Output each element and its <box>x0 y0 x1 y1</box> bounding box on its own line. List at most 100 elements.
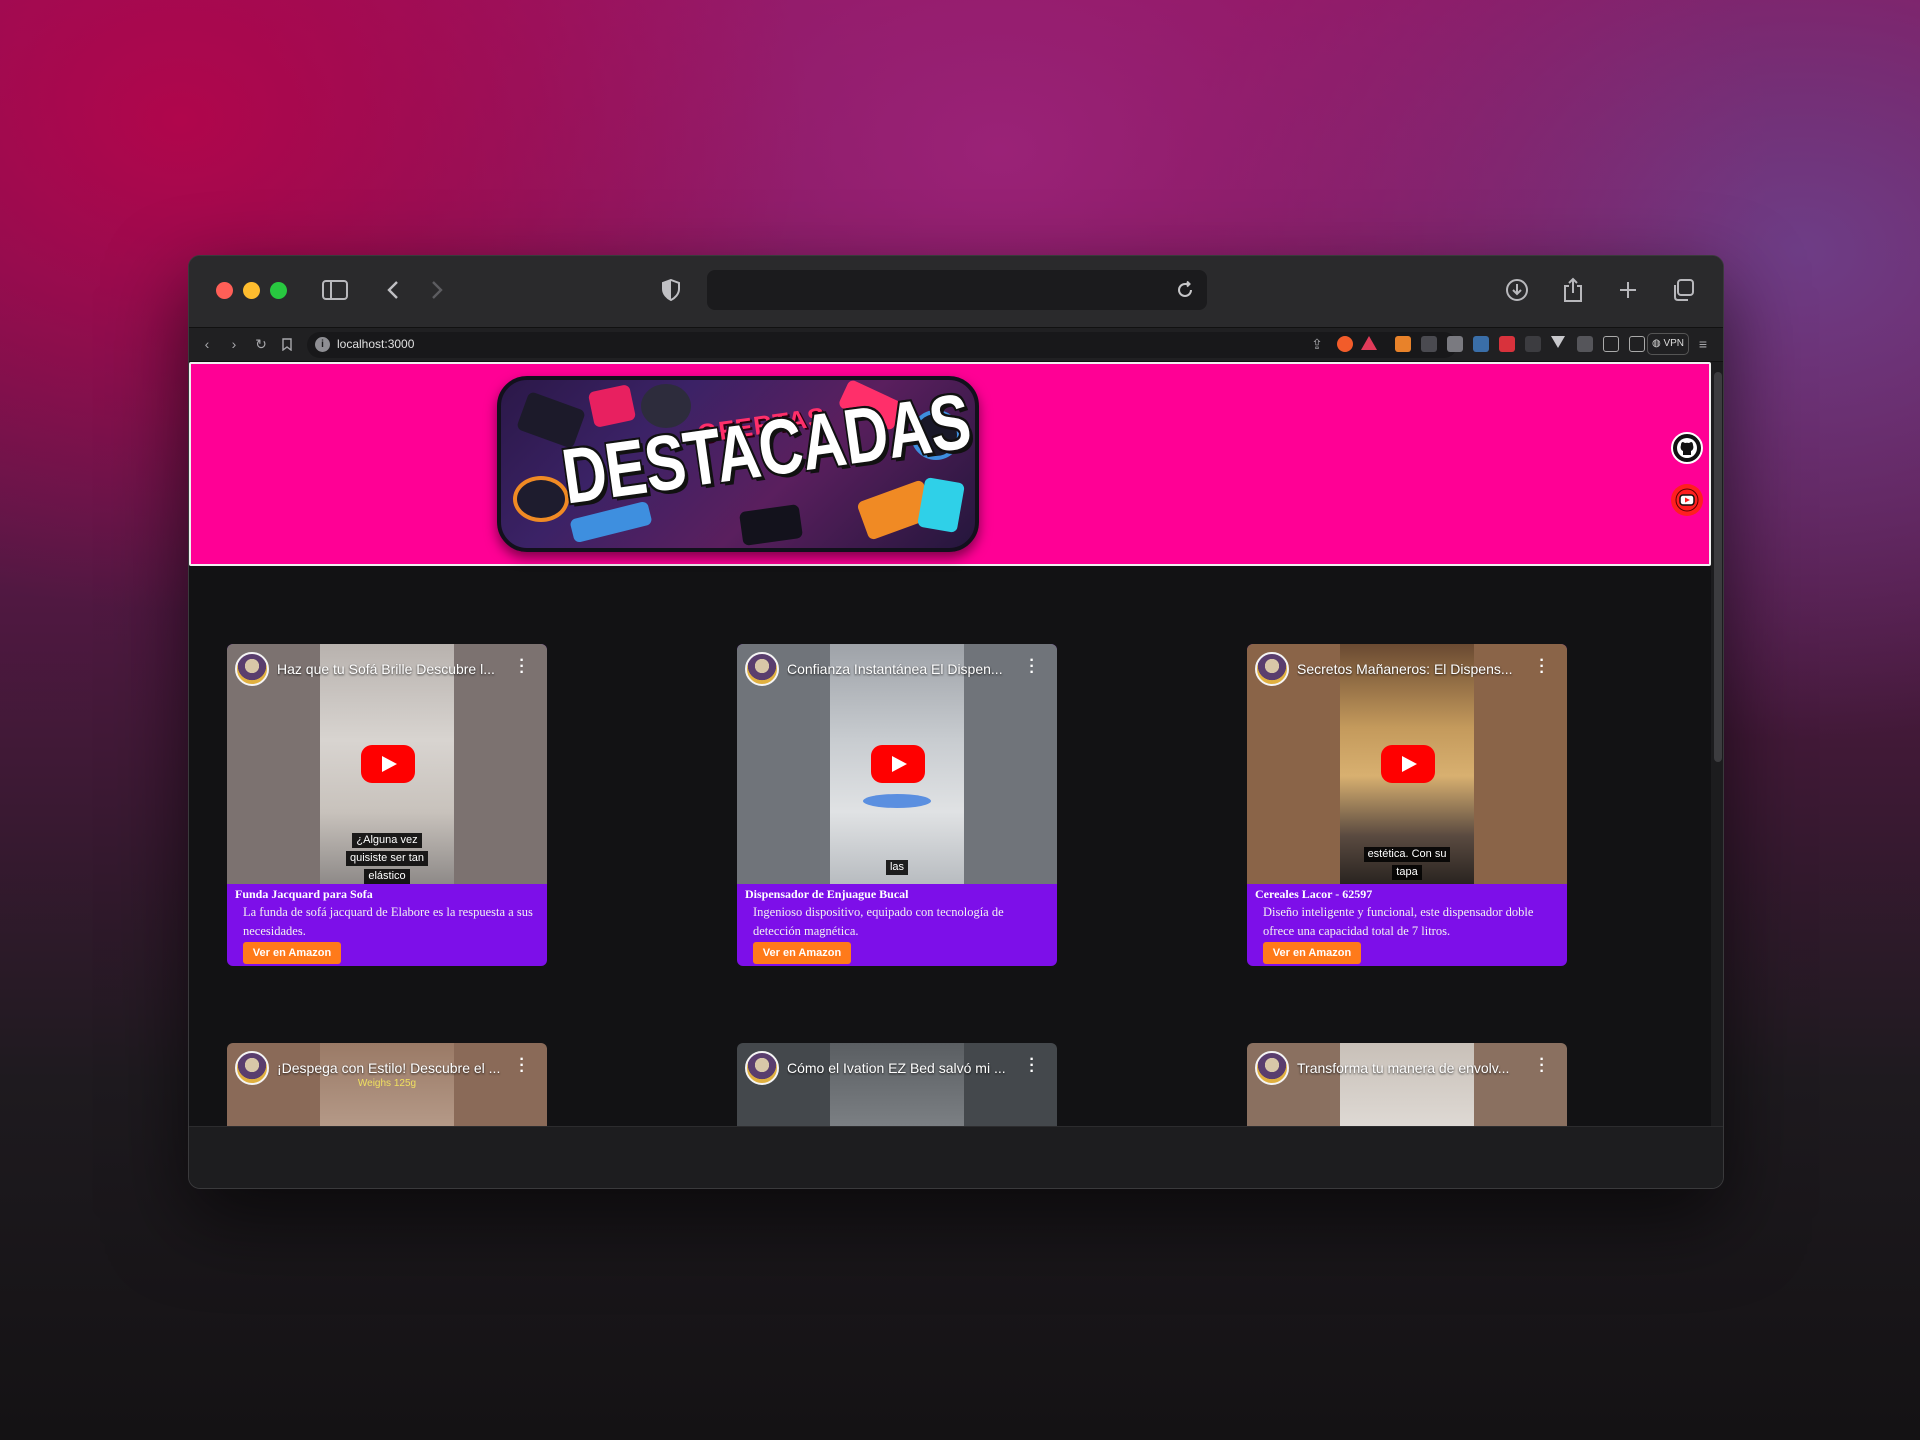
play-icon[interactable] <box>361 745 415 783</box>
amazon-button[interactable]: Ver en Amazon <box>753 942 851 964</box>
video-title[interactable]: Secretos Mañaneros: El Dispens... <box>1297 661 1527 677</box>
caption-line: ¿Alguna vez <box>352 833 422 848</box>
caption-line: estética. Con su <box>1363 847 1451 862</box>
product-card: Cómo el Ivation EZ Bed salvó mi ... · · · <box>737 1043 1057 1126</box>
extension-chat-icon[interactable] <box>1447 336 1463 352</box>
close-window-button[interactable] <box>216 282 233 299</box>
site-header: OFERTAS DESTACADAS <box>189 362 1711 566</box>
video-title[interactable]: Transforma tu manera de envolv... <box>1297 1060 1527 1076</box>
product-title: Dispensador de Enjuague Bucal <box>745 887 909 901</box>
extension-mask-icon[interactable] <box>1525 336 1541 352</box>
more-options-icon[interactable]: · · · <box>1539 1052 1545 1080</box>
video-caption: estética. Con su tapa <box>1247 844 1567 880</box>
channel-avatar[interactable] <box>1255 652 1289 686</box>
product-card: Secretos Mañaneros: El Dispens... · · · es… <box>1247 644 1567 966</box>
video-caption: Weighs 125g <box>227 1073 547 1091</box>
product-info: Funda Jacquard para Sofa La funda de sof… <box>227 884 547 966</box>
extension-w-icon[interactable] <box>1421 336 1437 352</box>
address-bar[interactable] <box>707 270 1207 310</box>
more-options-icon[interactable]: · · · <box>519 653 525 681</box>
product-card: Confianza Instantánea El Dispen... · · · l… <box>737 644 1057 966</box>
channel-avatar[interactable] <box>235 652 269 686</box>
scrollbar-thumb[interactable] <box>1714 372 1722 762</box>
back-icon[interactable]: ‹ <box>197 334 217 354</box>
more-options-icon[interactable]: · · · <box>1539 653 1545 681</box>
extension-v-icon[interactable] <box>1551 336 1565 348</box>
metamask-icon[interactable] <box>1395 336 1411 352</box>
shield-icon[interactable] <box>655 274 687 306</box>
youtube-icon[interactable] <box>1671 484 1703 516</box>
caption-line: quisiste ser tan <box>346 851 428 866</box>
amazon-button[interactable]: Ver en Amazon <box>1263 942 1361 964</box>
page-toolbar: ‹ › ↻ i localhost:3000 ⇪ ◍ VPN ≡ <box>189 328 1723 362</box>
bookmark-icon[interactable] <box>277 334 297 354</box>
product-title: Funda Jacquard para Sofa <box>235 887 373 901</box>
menu-icon[interactable]: ≡ <box>1693 334 1713 354</box>
channel-avatar[interactable] <box>745 652 779 686</box>
page-content: OFERTAS DESTACADAS Haz que tu Sofá Brill… <box>189 362 1711 1126</box>
channel-avatar[interactable] <box>745 1051 779 1085</box>
vpn-label: VPN <box>1663 338 1685 349</box>
product-description: Diseño inteligente y funcional, este dis… <box>1263 905 1534 938</box>
video-title[interactable]: Confianza Instantánea El Dispen... <box>787 661 1017 677</box>
channel-avatar[interactable] <box>1255 1051 1289 1085</box>
caption-line: elástico <box>364 869 410 884</box>
title-bar <box>189 256 1723 328</box>
product-title: Cereales Lacor - 62597 <box>1255 887 1373 901</box>
video-player[interactable]: Transforma tu manera de envolv... · · · <box>1247 1043 1567 1126</box>
product-card: Transforma tu manera de envolv... · · · <box>1247 1043 1567 1126</box>
ofertas-destacadas-banner: OFERTAS DESTACADAS <box>497 376 979 552</box>
vertical-scrollbar[interactable] <box>1711 362 1723 1126</box>
brave-shield-icon[interactable] <box>1337 336 1353 352</box>
product-description: Ingenioso dispositivo, equipado con tecn… <box>753 905 1004 938</box>
caption-line: Weighs 125g <box>357 1078 417 1089</box>
video-title[interactable]: Cómo el Ivation EZ Bed salvó mi ... <box>787 1060 1017 1076</box>
zoom-window-button[interactable] <box>270 282 287 299</box>
video-title[interactable]: Haz que tu Sofá Brille Descubre l... <box>277 661 507 677</box>
product-card: ¡Despega con Estilo! Descubre el ... · · ·… <box>227 1043 547 1126</box>
play-icon[interactable] <box>871 745 925 783</box>
sidebar-icon[interactable] <box>1603 336 1619 352</box>
url-text: localhost:3000 <box>337 337 415 351</box>
reload-icon[interactable] <box>1169 274 1201 306</box>
amazon-button[interactable]: Ver en Amazon <box>243 942 341 964</box>
window-bottom-area <box>189 1126 1723 1188</box>
wallet-icon[interactable] <box>1629 336 1645 352</box>
video-player[interactable]: Confianza Instantánea El Dispen... · · · l… <box>737 644 1057 884</box>
sidebar-toggle-icon[interactable] <box>319 274 351 306</box>
refresh-icon[interactable]: ↻ <box>251 334 271 354</box>
share-icon[interactable] <box>1557 274 1589 306</box>
video-player[interactable]: Cómo el Ivation EZ Bed salvó mi ... · · · <box>737 1043 1057 1126</box>
vpn-button[interactable]: ◍ VPN <box>1647 333 1689 355</box>
product-description: La funda de sofá jacquard de Elabore es … <box>243 905 533 938</box>
downloads-icon[interactable] <box>1501 274 1533 306</box>
site-info-icon[interactable]: i <box>315 337 330 352</box>
caption-line: tapa <box>1392 865 1422 880</box>
more-options-icon[interactable]: · · · <box>1029 1052 1035 1080</box>
product-info: Dispensador de Enjuague Bucal Ingenioso … <box>737 884 1057 966</box>
video-player[interactable]: Secretos Mañaneros: El Dispens... · · · es… <box>1247 644 1567 884</box>
caption-line: las <box>885 860 909 875</box>
video-player[interactable]: Haz que tu Sofá Brille Descubre l... · · ·… <box>227 644 547 884</box>
more-options-icon[interactable]: · · · <box>1029 653 1035 681</box>
tab-overview-icon[interactable] <box>1667 274 1699 306</box>
forward-arrow-icon[interactable] <box>421 274 453 306</box>
url-field[interactable]: i localhost:3000 <box>307 332 1457 358</box>
extension-red-icon[interactable] <box>1499 336 1515 352</box>
brave-rewards-icon[interactable] <box>1361 336 1377 350</box>
video-caption: las <box>737 857 1057 875</box>
minimize-window-button[interactable] <box>243 282 260 299</box>
video-caption: ¿Alguna vez quisiste ser tan elástico <box>227 830 547 884</box>
product-info: Cereales Lacor - 62597 Diseño inteligent… <box>1247 884 1567 966</box>
product-card: Haz que tu Sofá Brille Descubre l... · · ·… <box>227 644 547 966</box>
extension-puzzle-icon[interactable] <box>1473 336 1489 352</box>
back-arrow-icon[interactable] <box>377 274 409 306</box>
new-tab-icon[interactable] <box>1612 274 1644 306</box>
browser-window: ‹ › ↻ i localhost:3000 ⇪ ◍ VPN ≡ OFERTAS… <box>188 255 1724 1189</box>
play-icon[interactable] <box>1381 745 1435 783</box>
extensions-icon[interactable] <box>1577 336 1593 352</box>
video-player[interactable]: ¡Despega con Estilo! Descubre el ... · · ·… <box>227 1043 547 1126</box>
github-icon[interactable] <box>1671 432 1703 464</box>
share-page-icon[interactable]: ⇪ <box>1307 334 1327 354</box>
forward-icon[interactable]: › <box>224 334 244 354</box>
